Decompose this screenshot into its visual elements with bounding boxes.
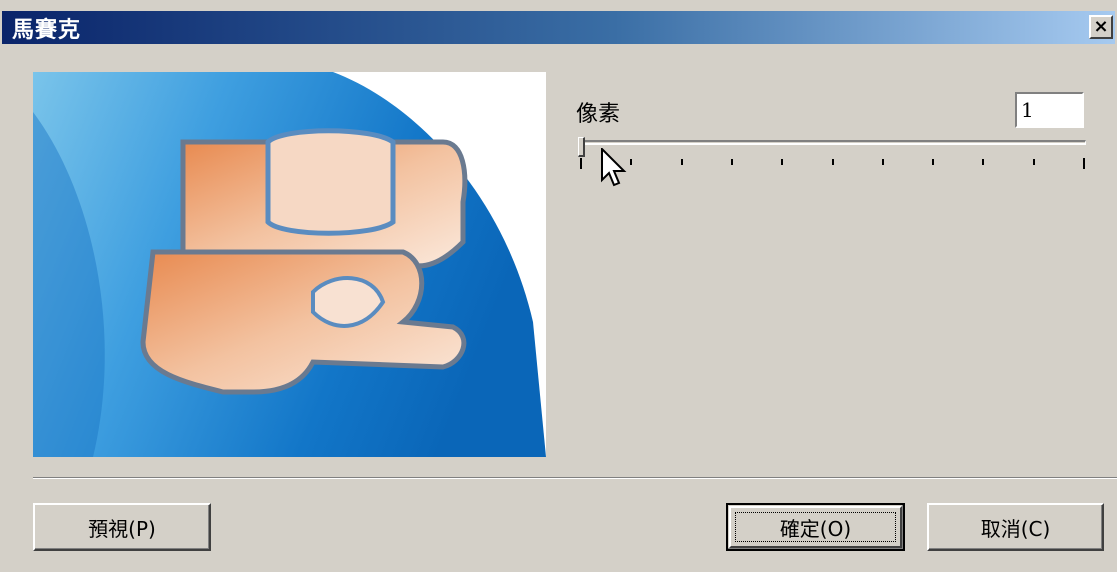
slider-tick	[1083, 158, 1085, 169]
slider-tick	[680, 159, 683, 165]
cancel-button-label: 取消(C)	[980, 516, 1051, 541]
pixel-slider-track[interactable]	[580, 140, 1086, 145]
slider-tick	[730, 159, 733, 165]
close-button[interactable]: ×	[1089, 15, 1113, 39]
slider-tick	[580, 158, 582, 169]
mouse-pointer-icon	[601, 148, 627, 187]
slider-tick	[831, 159, 834, 165]
preview-button-label: 預視(P)	[88, 516, 156, 541]
title-bar[interactable]: 馬賽克 ×	[2, 11, 1115, 44]
slider-tick	[881, 159, 884, 165]
ok-button[interactable]: 確定(O)	[726, 503, 905, 551]
slider-tick	[1032, 159, 1035, 165]
window-title: 馬賽克	[12, 17, 82, 43]
slider-tick	[630, 159, 633, 165]
mosaic-dialog: 馬賽克 × 像素 1 預視(P) 確定(O) 取消(C)	[0, 0, 1117, 572]
ok-button-label: 確定(O)	[779, 516, 852, 541]
close-icon: ×	[1093, 16, 1109, 37]
slider-tick	[781, 159, 784, 165]
pixel-label: 像素	[576, 102, 621, 127]
slider-tick	[982, 159, 985, 165]
separator	[33, 477, 1117, 479]
preview-image	[33, 72, 546, 457]
pixel-slider-thumb[interactable]	[578, 137, 585, 157]
slider-tick	[932, 159, 935, 165]
mosaic-preview-image	[33, 72, 546, 457]
preview-button[interactable]: 預視(P)	[33, 503, 211, 551]
pixel-size-input[interactable]: 1	[1015, 92, 1084, 128]
cancel-button[interactable]: 取消(C)	[927, 503, 1104, 551]
